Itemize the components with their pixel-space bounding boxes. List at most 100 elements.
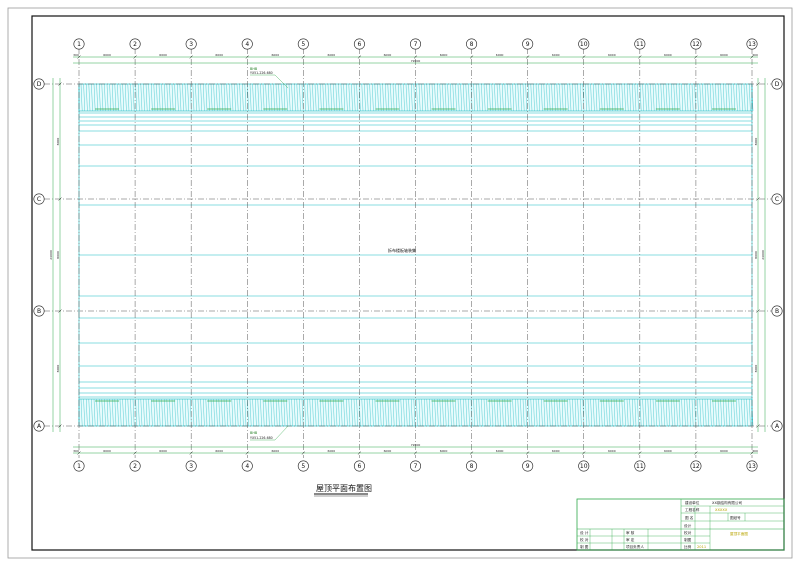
dim-row-total-label: 24000: [49, 250, 53, 260]
axis-bubble-col-label: 3: [189, 41, 193, 48]
axis-bubble-row-label: C: [775, 196, 779, 203]
dim-end-label: 300: [73, 449, 79, 453]
axis-bubble-col: 8: [466, 38, 478, 50]
axis-bubble-row: D: [33, 78, 45, 90]
dim-bay-label: 6000: [664, 449, 672, 453]
axis-bubble-col: 1: [73, 38, 85, 50]
top-panel-sub: YX51-226-680: [250, 71, 273, 75]
axis-bubble-col: 13: [746, 38, 758, 50]
axis-bubble-row-label: D: [37, 81, 42, 88]
dim-row-label: 8000: [56, 251, 60, 259]
axis-bubble-row-label: C: [37, 196, 41, 203]
dim-bay-label: 6000: [159, 449, 167, 453]
tb-sign-design: 设 计: [580, 530, 589, 535]
dim-end-label: 300: [73, 53, 79, 57]
dim-end-label: 300: [752, 53, 758, 57]
tb-drawing-value: 屋顶平面图: [730, 531, 748, 536]
tb-drawn: 制图: [684, 537, 692, 542]
dim-row-label: 8000: [56, 138, 60, 146]
axis-bubble-col-label: 8: [470, 463, 474, 470]
axis-bubble-col-label: 7: [414, 41, 418, 48]
dim-bay-label: 6000: [328, 53, 336, 57]
axis-bubble-row: D: [771, 78, 783, 90]
tb-company-label: 建设单位: [685, 500, 700, 505]
title-block: 建设单位 XX钢结构有限公司 工程名称 XXXXX 图 名 图纸号 设计 校对 …: [576, 498, 785, 551]
dim-bay-label: 6000: [720, 53, 728, 57]
axis-bubble-col: 2: [129, 38, 141, 50]
axis-bubble-col-label: 9: [526, 41, 530, 48]
axis-bubble-col-label: 6: [358, 463, 362, 470]
axis-bubble-col-label: 2: [133, 41, 137, 48]
bottom-panel-label: BHB: [250, 431, 258, 435]
axis-bubble-col-label: 7: [414, 463, 418, 470]
axis-bubble-row: A: [33, 420, 45, 432]
axis-bubble-col: 3: [185, 38, 197, 50]
dim-bay-label: 6000: [271, 449, 279, 453]
dim-row-total-label: 24000: [761, 250, 765, 260]
center-note: 拆布楼板轴装集: [388, 247, 416, 253]
dim-bay-label: 6000: [552, 53, 560, 57]
axis-bubble-col-label: 13: [748, 41, 756, 48]
dim-bay-label: 6000: [664, 53, 672, 57]
dim-bay-label: 6000: [384, 53, 392, 57]
axis-bubble-col-label: 10: [580, 463, 588, 470]
axis-bubble-col-label: 13: [748, 463, 756, 470]
dim-bay-label: 6000: [215, 53, 223, 57]
dim-bay-label: 6000: [384, 449, 392, 453]
tb-sign-review: 审 核: [626, 530, 635, 535]
axis-bubble-col: 8: [466, 460, 478, 472]
axis-bubble-col-label: 11: [636, 41, 644, 48]
dim-bay-label: 6000: [159, 53, 167, 57]
axis-bubble-col-label: 12: [692, 41, 700, 48]
dim-bay-label: 6000: [103, 53, 111, 57]
axis-bubble-col: 13: [746, 460, 758, 472]
axis-bubble-row: B: [771, 305, 783, 317]
axis-bubble-col: 7: [409, 460, 421, 472]
axis-bubble-col-label: 4: [245, 41, 249, 48]
tb-project-label: 工程名称: [685, 507, 700, 512]
dim-end-label: 300: [752, 449, 758, 453]
axis-bubble-col-label: 4: [245, 463, 249, 470]
axis-bubble-col: 6: [353, 460, 365, 472]
dim-row-label: 8000: [754, 365, 758, 373]
dim-bay-label: 6000: [103, 449, 111, 453]
axis-bubble-col: 11: [634, 460, 646, 472]
axis-bubble-col: 1: [73, 460, 85, 472]
axis-bubble-col: 9: [522, 38, 534, 50]
tb-project-value: XXXXX: [715, 508, 728, 512]
tb-sign-draw: 制 图: [580, 544, 589, 549]
axis-bubble-row-label: D: [775, 81, 780, 88]
drawing-title: 屋顶平面布置图: [316, 483, 372, 493]
axis-bubble-col: 7: [409, 38, 421, 50]
dim-total-label: 72000: [411, 59, 421, 63]
axis-bubble-row-label: B: [775, 308, 779, 315]
axis-bubble-col-label: 10: [580, 41, 588, 48]
axis-bubble-col: 4: [241, 460, 253, 472]
axis-bubble-col: 4: [241, 38, 253, 50]
tb-sign-check: 校 对: [580, 537, 589, 542]
axis-bubble-col: 5: [297, 38, 309, 50]
axis-bubble-col-label: 11: [636, 463, 644, 470]
dim-bay-label: 6000: [271, 53, 279, 57]
dim-bay-label: 6000: [720, 449, 728, 453]
dim-total-label: 72000: [411, 443, 421, 447]
dim-bay-label: 6000: [440, 449, 448, 453]
axis-bubble-row: A: [771, 420, 783, 432]
axis-bubble-col: 12: [690, 38, 702, 50]
axis-bubble-row: C: [33, 193, 45, 205]
bottom-panel-annotation: BHB YX51-226-680: [250, 425, 289, 441]
axis-bubble-col: 2: [129, 460, 141, 472]
dim-row-label: 8000: [56, 365, 60, 373]
axis-bubble-col: 9: [522, 460, 534, 472]
tb-sign-manager: 项目负责人: [626, 544, 644, 549]
dim-bay-label: 6000: [496, 53, 504, 57]
tb-drawing-label: 图 名: [685, 515, 694, 520]
tb-design: 设计: [684, 523, 692, 528]
axis-bubble-col-label: 1: [77, 41, 81, 48]
tb-date-value: 2011: [697, 545, 706, 549]
roof-plan-drawing: 6000 6000 6000 6000 6000 6000 6000 6000 6000 6000…: [7, 7, 793, 559]
axis-bubble-col-label: 12: [692, 463, 700, 470]
axis-bubble-col: 10: [578, 38, 590, 50]
tb-drawing-no-label: 图纸号: [730, 515, 741, 520]
axis-bubble-col: 6: [353, 38, 365, 50]
